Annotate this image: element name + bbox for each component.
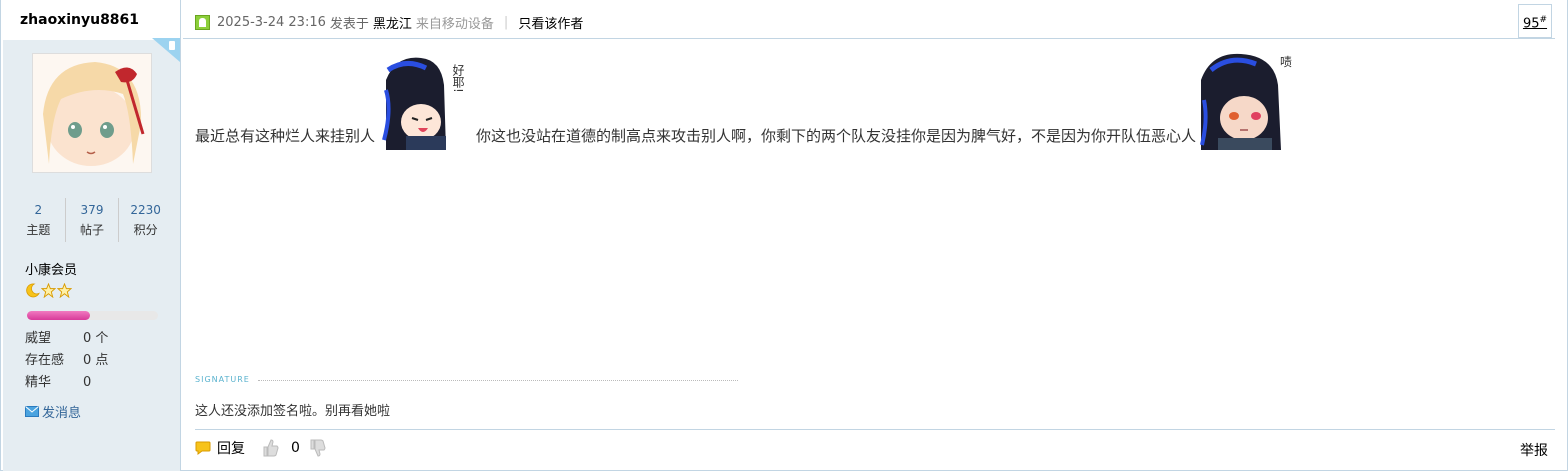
post-header: 2025-3-24 23:16 发表于 黑龙江 来自移动设备 | 只看该作者 [183,0,1555,39]
star-icon [41,283,56,298]
reply-icon[interactable] [195,441,211,455]
stat-threads-value[interactable]: 2 [12,200,65,220]
floor-number-value[interactable]: 95 [1523,16,1540,31]
attribute-value: 0 [83,375,92,390]
attribute-value: 0 点 [83,353,109,368]
stat-points-label: 积分 [133,223,158,237]
post-actions: 回复 0 [195,438,326,458]
star-icon [57,283,72,298]
moon-icon [26,283,40,298]
send-message-button[interactable]: 发消息 [25,402,81,421]
floor-number[interactable]: 95# [1518,4,1552,38]
sticker2-caption: 啧 [1280,55,1292,69]
signature-label: SIGNATURE [195,375,250,384]
post-meta: 2025-3-24 23:16 发表于 黑龙江 来自移动设备 | 只看该作者 [195,13,583,32]
post-location: 黑龙江 [372,17,412,32]
attribute-key: 精华 [25,375,52,390]
author-username[interactable]: zhaoxinyu8861 [3,0,181,40]
like-count: 0 [291,440,300,456]
post-text-part1: 最近总有这种烂人来挂别人 [195,127,376,145]
post-content-line: 最近总有这种烂人来挂别人 好耶! 你这也没站在道德的制高点来攻击别人啊，你剩下的… [195,48,1297,150]
attribute-row: 存在感 0 点 [25,350,108,372]
sticker-happy-emoji: 好耶! [376,50,477,150]
stat-points-value[interactable]: 2230 [119,200,172,220]
floor-suffix: # [1539,15,1548,25]
sticker-annoyed-emoji: 啧 [1196,50,1297,150]
posted-in-label: 发表于 [329,17,369,32]
level-progress-bar [27,311,158,320]
attribute-value: 0 个 [83,331,109,346]
stat-points[interactable]: 2230 积分 [119,198,172,242]
avatar[interactable] [32,53,152,173]
separator: | [503,15,509,30]
post-datetime: 2025-3-24 23:16 [217,15,326,30]
send-message-label[interactable]: 发消息 [42,402,81,421]
rank-stars [25,283,72,298]
thumbs-up-icon[interactable] [263,439,279,457]
reply-button[interactable]: 回复 [217,438,245,458]
mobile-device-icon [152,38,180,62]
thumbs-down-icon[interactable] [310,439,326,457]
attribute-key: 存在感 [25,353,65,368]
stat-posts-value[interactable]: 379 [66,200,119,220]
footer-divider [195,429,1555,430]
attribute-row: 精华 0 [25,372,108,394]
signature-text: 这人还没添加签名啦。别再看她啦 [195,404,391,419]
sticker1-caption: 好耶! [451,64,465,93]
stat-threads-label: 主题 [26,223,51,237]
post-device: 来自移动设备 [415,17,494,32]
post-content: 最近总有这种烂人来挂别人 好耶! 你这也没站在道德的制高点来攻击别人啊，你剩下的… [195,48,1545,158]
member-rank[interactable]: 小康会员 [25,259,77,278]
avatar-image [33,54,151,172]
author-stats: 2 主题 379 帖子 2230 积分 [12,198,172,242]
stat-posts[interactable]: 379 帖子 [66,198,120,242]
stat-posts-label: 帖子 [80,223,105,237]
attribute-key: 威望 [25,331,52,346]
signature-divider [258,380,738,381]
online-status-icon [195,15,210,30]
report-button[interactable]: 举报 [1520,440,1548,460]
post-text-part2: 你这也没站在道德的制高点来攻击别人啊，你剩下的两个队友没挂你是因为脾气好，不是因… [476,127,1197,145]
only-author-link[interactable]: 只看该作者 [518,13,583,32]
author-attributes: 威望 0 个 存在感 0 点 精华 0 [25,328,108,394]
stat-threads[interactable]: 2 主题 [12,198,66,242]
level-progress-fill [27,311,90,320]
attribute-row: 威望 0 个 [25,328,108,350]
envelope-icon [25,406,39,417]
